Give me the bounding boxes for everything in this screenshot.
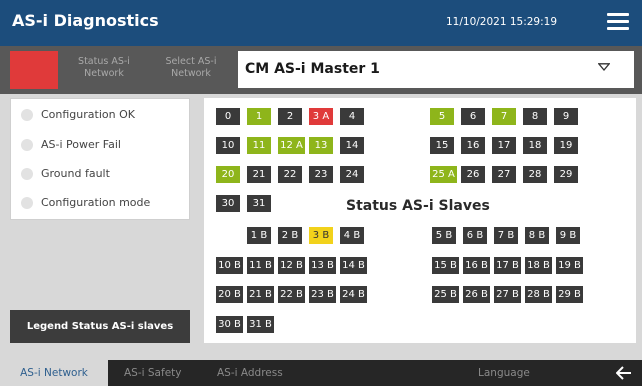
status-network-label: Status AS-i Network xyxy=(78,56,130,79)
slave-cell-28[interactable]: 28 xyxy=(523,166,547,183)
legend-status-button[interactable]: Legend Status AS-i slaves xyxy=(10,310,190,343)
network-dropdown[interactable]: CM AS-i Master 1 xyxy=(238,51,634,88)
tab-language[interactable]: Language xyxy=(478,360,530,386)
slaves-grid-title: Status AS-i Slaves xyxy=(346,198,490,214)
status-label: Configuration mode xyxy=(41,196,151,209)
slave-cell-12a[interactable]: 12 A xyxy=(278,137,305,154)
slave-cell-17[interactable]: 17 xyxy=(492,137,516,154)
slave-cell-6b[interactable]: 6 B xyxy=(463,227,487,244)
slave-cell-3a[interactable]: 3 A xyxy=(309,108,333,125)
slaves-grid: Status AS-i Slaves 0123 A 4 5 6 7 8 9 10 11 12 A1… xyxy=(204,98,636,343)
slave-cell-13[interactable]: 13 xyxy=(309,137,333,154)
select-network-label: Select AS-i Network xyxy=(165,56,217,79)
status-indicator-icon xyxy=(21,139,33,151)
slave-cell-0[interactable]: 0 xyxy=(216,108,240,125)
status-label: Configuration OK xyxy=(41,108,135,121)
tab-asi-address[interactable]: AS-i Address xyxy=(217,360,283,386)
bottom-tab-bar: AS-i Network AS-i Safety AS-i Address La… xyxy=(0,360,642,386)
slave-cell-9[interactable]: 9 xyxy=(554,108,578,125)
slave-cell-4[interactable]: 4 xyxy=(340,108,364,125)
slave-cell-10[interactable]: 10 xyxy=(216,137,240,154)
slave-cell-5[interactable]: 5 xyxy=(430,108,454,125)
status-indicator-icon xyxy=(21,168,33,180)
slave-cell-11[interactable]: 11 xyxy=(247,137,271,154)
slave-cell-8b[interactable]: 8 B xyxy=(525,227,549,244)
slave-cell-23[interactable]: 23 xyxy=(309,166,333,183)
app-title: AS-i Diagnostics xyxy=(12,11,159,30)
slave-cell-25b[interactable]: 25 B xyxy=(432,286,459,303)
slave-cell-24b[interactable]: 24 B xyxy=(340,286,367,303)
slave-cell-23b[interactable]: 23 B xyxy=(309,286,336,303)
slave-cell-30[interactable]: 30 xyxy=(216,195,240,212)
tab-asi-safety[interactable]: AS-i Safety xyxy=(124,360,181,386)
slave-cell-14[interactable]: 14 xyxy=(340,137,364,154)
slave-cell-31b[interactable]: 31 B xyxy=(247,316,274,333)
slave-cell-20b[interactable]: 20 B xyxy=(216,286,243,303)
slave-cell-14b[interactable]: 14 B xyxy=(340,257,367,274)
slave-cell-29[interactable]: 29 xyxy=(554,166,578,183)
slave-cell-19[interactable]: 19 xyxy=(554,137,578,154)
header-bar: AS-i Diagnostics 11/10/2021 15:29:19 xyxy=(0,0,642,46)
slave-cell-28b[interactable]: 28 B xyxy=(525,286,552,303)
slave-cell-21b[interactable]: 21 B xyxy=(247,286,274,303)
slave-cell-21[interactable]: 21 xyxy=(247,166,271,183)
slave-cell-24[interactable]: 24 xyxy=(340,166,364,183)
tab-asi-network[interactable]: AS-i Network xyxy=(0,360,108,386)
slave-cell-16b[interactable]: 16 B xyxy=(463,257,490,274)
slave-cell-29b[interactable]: 29 B xyxy=(556,286,583,303)
slave-cell-20[interactable]: 20 xyxy=(216,166,240,183)
slave-cell-27b[interactable]: 27 B xyxy=(494,286,521,303)
status-indicator-icon xyxy=(21,197,33,209)
slave-cell-17b[interactable]: 17 B xyxy=(494,257,521,274)
slave-cell-1b[interactable]: 1 B xyxy=(247,227,271,244)
slave-cell-22b[interactable]: 22 B xyxy=(278,286,305,303)
slave-cell-10b[interactable]: 10 B xyxy=(216,257,243,274)
status-indicator-icon xyxy=(21,109,33,121)
slave-cell-22[interactable]: 22 xyxy=(278,166,302,183)
slave-cell-18b[interactable]: 18 B xyxy=(525,257,552,274)
slave-cell-16[interactable]: 16 xyxy=(461,137,485,154)
slave-cell-6[interactable]: 6 xyxy=(461,108,485,125)
datetime-display: 11/10/2021 15:29:19 xyxy=(446,16,558,28)
slave-cell-19b[interactable]: 19 B xyxy=(556,257,583,274)
slave-cell-13b[interactable]: 13 B xyxy=(309,257,336,274)
slave-cell-26b[interactable]: 26 B xyxy=(463,286,490,303)
slave-cell-26[interactable]: 26 xyxy=(461,166,485,183)
slave-cell-2[interactable]: 2 xyxy=(278,108,302,125)
back-arrow-icon[interactable] xyxy=(616,366,632,380)
slave-cell-15b[interactable]: 15 B xyxy=(432,257,459,274)
slave-cell-12b[interactable]: 12 B xyxy=(278,257,305,274)
slave-cell-25a[interactable]: 25 A xyxy=(430,166,457,183)
slave-cell-30b[interactable]: 30 B xyxy=(216,316,243,333)
slave-cell-7b[interactable]: 7 B xyxy=(494,227,518,244)
chevron-down-icon xyxy=(598,63,610,71)
slave-cell-2b[interactable]: 2 B xyxy=(278,227,302,244)
slave-cell-15[interactable]: 15 xyxy=(430,137,454,154)
network-status-indicator xyxy=(10,51,58,89)
status-label: AS-i Power Fail xyxy=(41,138,121,151)
network-dropdown-value: CM AS-i Master 1 xyxy=(245,61,380,77)
slave-cell-27[interactable]: 27 xyxy=(492,166,516,183)
slave-cell-5b[interactable]: 5 B xyxy=(432,227,456,244)
slave-cell-8[interactable]: 8 xyxy=(523,108,547,125)
slave-cell-3b[interactable]: 3 B xyxy=(309,227,333,244)
slave-cell-31[interactable]: 31 xyxy=(247,195,271,212)
slave-cell-9b[interactable]: 9 B xyxy=(556,227,580,244)
slave-cell-11b[interactable]: 11 B xyxy=(247,257,274,274)
network-status-panel: Configuration OK AS-i Power Fail Ground … xyxy=(10,98,190,220)
network-selection-bar: Status AS-i Network Select AS-i Network CM… xyxy=(0,46,642,94)
slave-cell-1[interactable]: 1 xyxy=(247,108,271,125)
status-label: Ground fault xyxy=(41,167,110,180)
slave-cell-4b[interactable]: 4 B xyxy=(340,227,364,244)
hamburger-menu-icon[interactable] xyxy=(607,13,629,31)
slave-cell-7[interactable]: 7 xyxy=(492,108,516,125)
slave-cell-18[interactable]: 18 xyxy=(523,137,547,154)
